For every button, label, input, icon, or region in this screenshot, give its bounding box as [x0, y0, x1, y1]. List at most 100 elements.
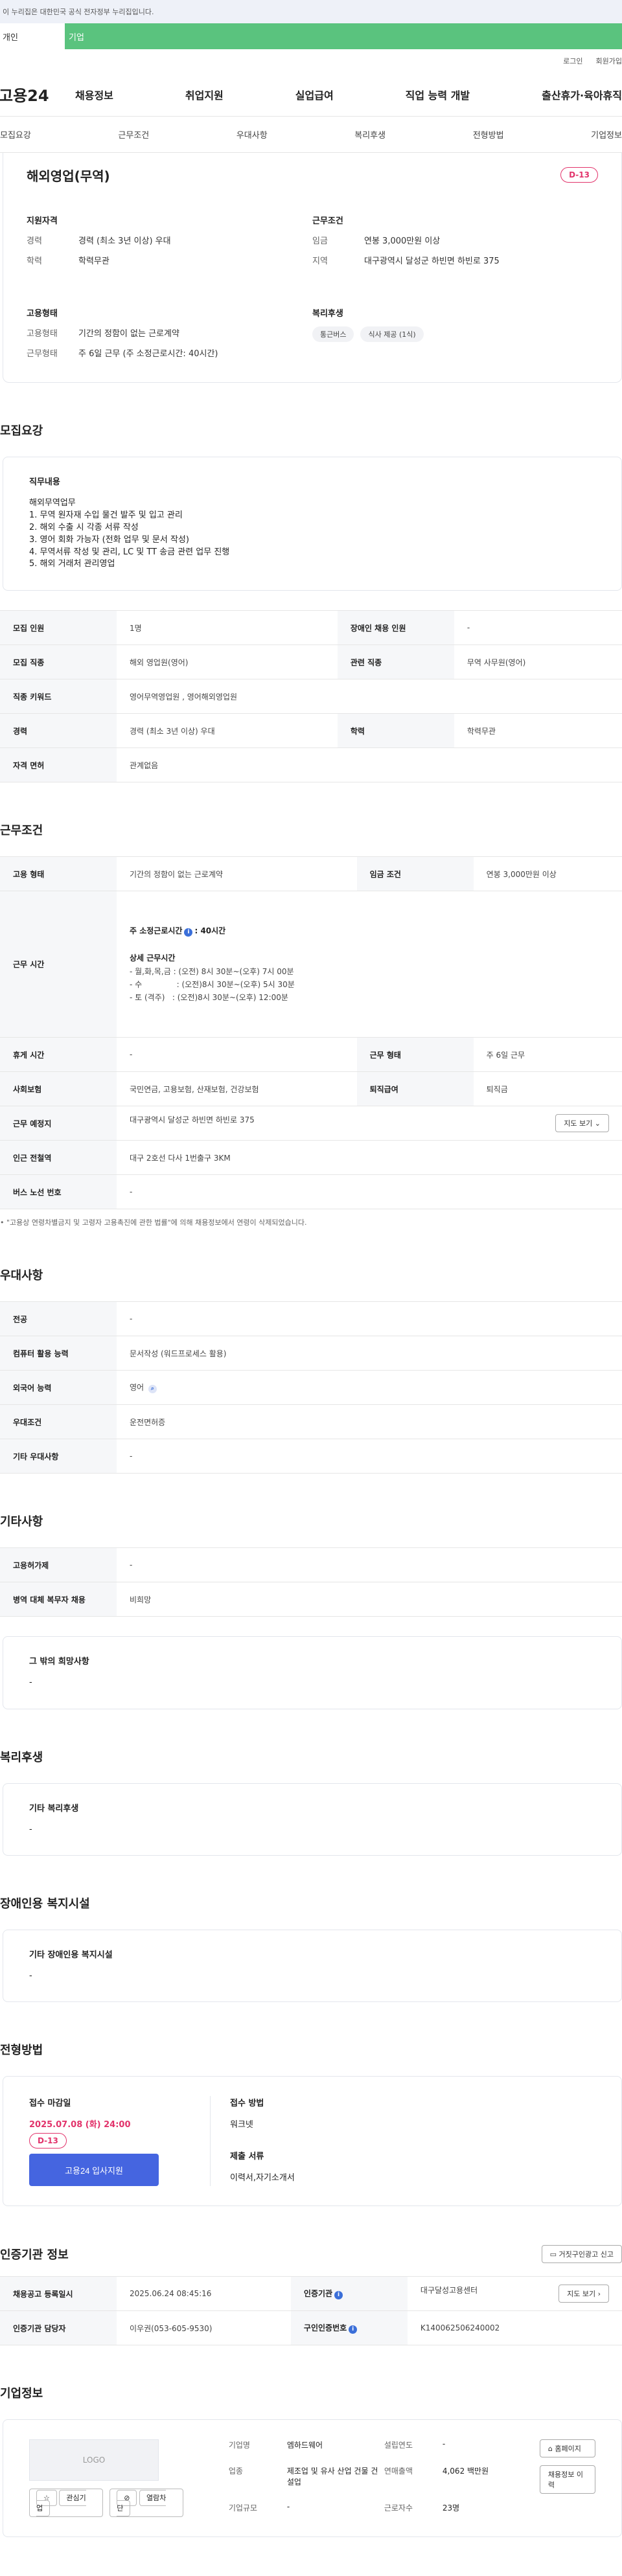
summary-key: 경력 [27, 236, 42, 246]
cert-no-key: 구인인증번호 [303, 2323, 347, 2333]
apply-button[interactable]: 고용24 입사지원 [29, 2154, 159, 2187]
table-val: K140062506240002 [407, 2310, 622, 2346]
company-logo: LOGO [29, 2439, 159, 2481]
tab-welfare[interactable]: 복리후생 [354, 128, 386, 141]
block-button[interactable]: ⊘ 열람차단 [109, 2489, 183, 2518]
tab-recruit[interactable]: 모집요강 [0, 128, 31, 141]
table-key: 퇴직급여 [356, 1071, 474, 1107]
work-table: 고용 형태 기간의 정함이 없는 근로계약 임금 조건 연봉 3,000만원 이… [0, 856, 622, 1210]
docs-value: 이력서,자기소개서 [230, 2173, 295, 2183]
section-title-welfare: 복리후생 [0, 1750, 43, 1764]
table-row: 병역 대체 복무자 채용 비희망 [0, 1582, 622, 1617]
welfare-box: 기타 복리후생 - [3, 1783, 622, 1856]
table-val: 퇴직금 [473, 1071, 622, 1107]
favorite-button[interactable]: ☆ 관심기업 [29, 2489, 104, 2518]
tab-preferences[interactable]: 우대사항 [236, 128, 268, 141]
table-row: 인근 전철역 대구 2호선 다사 1번출구 3KM [0, 1140, 622, 1176]
table-key: 인증기관 i [290, 2276, 408, 2312]
tab-company[interactable]: 기업정보 [591, 128, 622, 141]
table-val: 대구광역시 달성군 하빈면 하빈로 375 지도 보기 ⌄ [117, 1106, 622, 1141]
duty-line: 1. 무역 원자재 수입 물건 발주 및 입고 관리 [29, 510, 183, 521]
table-key: 우대조건 [0, 1404, 117, 1440]
table-val: 이우권(053-605-9530) [117, 2310, 291, 2346]
table-row: 전공 - [0, 1301, 622, 1337]
section-title-work: 근무조건 [0, 824, 43, 838]
table-key: 학력 [337, 713, 454, 749]
cert-map-button[interactable]: 지도 보기 › [559, 2285, 609, 2303]
login-link[interactable]: 로그인 [563, 56, 582, 66]
role-tab-person[interactable]: 개인 [0, 23, 65, 49]
etc-table: 고용허가제 - 병역 대체 복무자 채용 비희망 [0, 1547, 622, 1617]
table-row: 외국어 능력 영어 ⌕ [0, 1370, 622, 1406]
table-val: - [117, 1547, 622, 1583]
cert-map-label: 지도 보기 [567, 2290, 596, 2299]
disabled-box: 기타 장애인용 복지시설 - [3, 1930, 622, 2003]
duty-list: 해외무역업무 1. 무역 원자재 수입 물건 발주 및 입고 관리 2. 해외 … [29, 497, 595, 571]
search-icon[interactable]: ⌕ [148, 1385, 157, 1394]
gnb-item-jobs[interactable]: 채용정보 [75, 87, 113, 102]
join-link[interactable]: 회원가입 [596, 56, 622, 66]
chevron-down-icon: ⌄ [594, 1119, 601, 1128]
history-button[interactable]: 채용정보 이력 [539, 2465, 595, 2494]
report-button[interactable]: ▭ 거짓구인광고 신고 [541, 2245, 622, 2264]
company-size: - [286, 2502, 290, 2511]
info-icon[interactable]: i [184, 928, 193, 937]
company-key: 근로자수 [384, 2503, 413, 2513]
company-employees: 23명 [442, 2503, 460, 2513]
duty-title: 직무내용 [29, 477, 60, 487]
table-val: 대구 2호선 다사 1번출구 3KM [117, 1140, 622, 1176]
welfare-chip: 식사 제공 (1식) [360, 326, 424, 342]
info-icon[interactable]: i [334, 2291, 343, 2300]
section-title-company: 기업정보 [0, 2387, 43, 2401]
homepage-label: 홈페이지 [555, 2445, 581, 2454]
gnb-item-leave[interactable]: 출산휴가·육아휴직 [542, 87, 622, 102]
table-row: 모집 직종 해외 영업원(영어) 관련 직종 무역 사무원(영어) [0, 644, 622, 680]
detail-hours-title: 상세 근무시간 [130, 953, 176, 963]
homepage-button[interactable]: ⌂ 홈페이지 [539, 2439, 595, 2458]
table-key: 직종 키워드 [0, 679, 117, 714]
section-title-disabled: 장애인용 복지시설 [0, 1897, 90, 1911]
table-key: 기타 우대사항 [0, 1439, 117, 1474]
apply-left: 접수 마감일 2025.07.08 (화) 24:00 D-13 고용24 입사… [29, 2096, 211, 2187]
summary-key: 임금 [312, 236, 328, 246]
map-view-button[interactable]: 지도 보기 ⌄ [555, 1114, 609, 1133]
table-val: 학력무관 [454, 713, 622, 749]
site-logo[interactable]: 고용24 [0, 83, 75, 106]
tab-conditions[interactable]: 근무조건 [118, 128, 149, 141]
global-nav: 채용정보 취업지원 실업급여 직업 능력 개발 출산휴가·육아휴직 [75, 87, 622, 102]
company-info: 기업명 엠하드웨어 설립연도 - 업종 제조업 및 유사 산업 건물 건설업 연… [229, 2439, 540, 2517]
weekly-hours-label: 주 소정근로시간 [130, 926, 183, 935]
table-row: 모집 인원 1명 장애인 채용 인원 - [0, 610, 622, 646]
info-icon[interactable]: i [349, 2325, 358, 2334]
summary-key: 지역 [312, 256, 328, 266]
table-row: 자격 면허 관계없음 [0, 747, 622, 783]
gnb-item-unemployment[interactable]: 실업급여 [295, 87, 334, 102]
company-key: 설립연도 [384, 2441, 413, 2450]
detail-hours-line: - 월,화,목,금 : (오전) 8시 30분~(오후) 7시 00분 [130, 966, 294, 976]
report-icon: ▭ [549, 2250, 557, 2259]
table-key: 임금 조건 [356, 856, 474, 892]
wish-box: 그 밖의 희망사항 - [3, 1636, 622, 1709]
tab-selection[interactable]: 전형방법 [473, 128, 504, 141]
cert-org-value: 대구달성고용센터 [420, 2286, 478, 2296]
sub-tabs: 모집요강 근무조건 우대사항 복리후생 전형방법 기업정보 [0, 117, 622, 153]
gnb-item-training[interactable]: 직업 능력 개발 [406, 87, 470, 102]
table-val: - [454, 610, 622, 646]
apply-dday-badge: D-13 [29, 2133, 67, 2149]
job-title: 해외영업(무역) [27, 168, 110, 184]
table-key: 고용허가제 [0, 1547, 117, 1583]
summary-employment: 고용형태 고용형태 기간의 정함이 없는 근로계약 근무형태 주 6일 근무 (주 … [27, 306, 312, 367]
gnb-item-support[interactable]: 취업지원 [185, 87, 224, 102]
chevron-right-icon: › [597, 2290, 601, 2299]
table-val: 비희망 [117, 1582, 622, 1617]
docs-label: 제출 서류 [230, 2152, 264, 2162]
welfare-chip: 통근버스 [312, 326, 354, 342]
table-val: 경력 (최소 3년 이상) 우대 [117, 713, 338, 749]
table-key: 인증기관 담당자 [0, 2310, 117, 2346]
role-tab-company[interactable]: 기업 [65, 23, 622, 49]
company-buttons: ☆ 관심기업 ⊘ 열람차단 [29, 2489, 183, 2518]
company-key: 연매출액 [384, 2467, 413, 2476]
dday-badge: D-13 [560, 167, 598, 183]
pref-table: 전공 - 컴퓨터 활용 능력 문서작성 (워드프로세스 활용) 외국어 능력 영… [0, 1301, 622, 1474]
summary-welfare: 복리후생 통근버스 식사 제공 (1식) [312, 306, 598, 367]
